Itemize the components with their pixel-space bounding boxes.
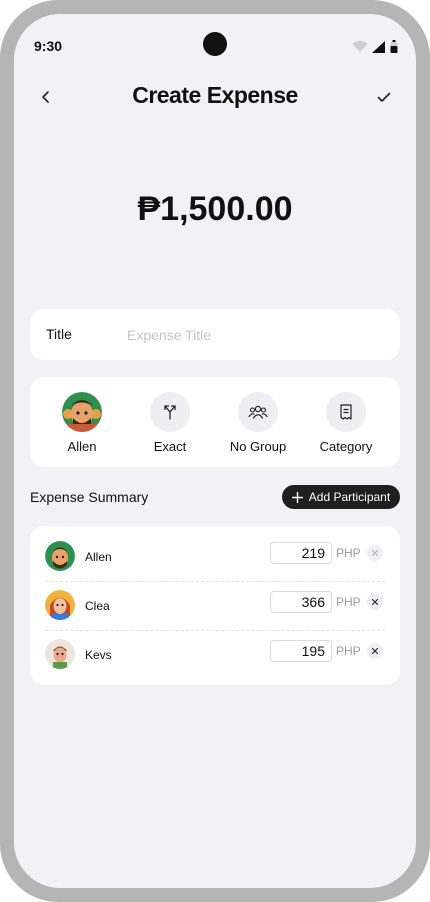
front-camera xyxy=(203,32,227,56)
phone-frame: 9:30 Create Expense ₱1,500.00 Title Expe… xyxy=(0,0,430,902)
participant-amount-input[interactable]: 366 xyxy=(270,591,332,613)
cellular-signal-icon xyxy=(372,40,385,53)
payer-option[interactable]: Allen xyxy=(38,392,126,454)
split-type-option[interactable]: Exact xyxy=(126,392,214,454)
page-title: Create Expense xyxy=(132,82,298,108)
status-icons xyxy=(352,40,398,53)
participant-row: Allen 219 PHP xyxy=(45,526,385,575)
participant-row: Clea 366 PHP xyxy=(45,575,385,624)
split-arrows-icon xyxy=(150,392,190,432)
expense-amount[interactable]: ₱1,500.00 xyxy=(14,190,416,229)
remove-participant-button[interactable] xyxy=(367,594,383,610)
participant-name: Allen xyxy=(85,550,112,564)
close-icon xyxy=(372,648,378,654)
avatar xyxy=(45,590,75,620)
expense-options-card: Allen Exact No Group Category xyxy=(30,377,400,467)
group-option[interactable]: No Group xyxy=(214,392,302,454)
category-option-label: Category xyxy=(319,439,373,454)
remove-participant-button[interactable] xyxy=(367,545,383,561)
status-time: 9:30 xyxy=(34,38,63,54)
plus-icon xyxy=(291,491,303,503)
participant-currency: PHP xyxy=(336,595,361,609)
avatar xyxy=(45,541,75,571)
title-field-card: Title xyxy=(30,309,400,360)
group-option-label: No Group xyxy=(229,439,287,454)
confirm-button[interactable] xyxy=(374,87,394,107)
wifi-icon xyxy=(352,40,368,52)
participant-currency: PHP xyxy=(336,546,361,560)
avatar xyxy=(62,392,102,432)
payer-option-label: Allen xyxy=(67,439,97,454)
participant-currency: PHP xyxy=(336,644,361,658)
expense-summary-list: Allen 219 PHP Clea 366 PHP Kevs 195 PHP xyxy=(30,526,400,685)
split-type-label: Exact xyxy=(153,439,187,454)
expense-summary-heading: Expense Summary xyxy=(30,489,149,505)
participant-amount-input[interactable]: 219 xyxy=(270,542,332,564)
close-icon xyxy=(372,550,378,556)
battery-icon xyxy=(390,40,398,53)
avatar xyxy=(45,639,75,669)
expense-title-input[interactable] xyxy=(125,321,389,349)
participant-row: Kevs 195 PHP xyxy=(45,624,385,673)
close-icon xyxy=(372,599,378,605)
receipt-icon xyxy=(326,392,366,432)
check-icon xyxy=(377,92,391,102)
group-icon xyxy=(238,392,278,432)
add-participant-label: Add Participant xyxy=(308,490,391,504)
participant-name: Clea xyxy=(85,599,110,613)
title-label: Title xyxy=(46,326,72,342)
participant-name: Kevs xyxy=(85,648,112,662)
app-screen: 9:30 Create Expense ₱1,500.00 Title Expe… xyxy=(14,14,416,888)
add-participant-button[interactable]: Add Participant xyxy=(282,485,400,509)
participant-amount-input[interactable]: 195 xyxy=(270,640,332,662)
category-option[interactable]: Category xyxy=(302,392,390,454)
remove-participant-button[interactable] xyxy=(367,643,383,659)
